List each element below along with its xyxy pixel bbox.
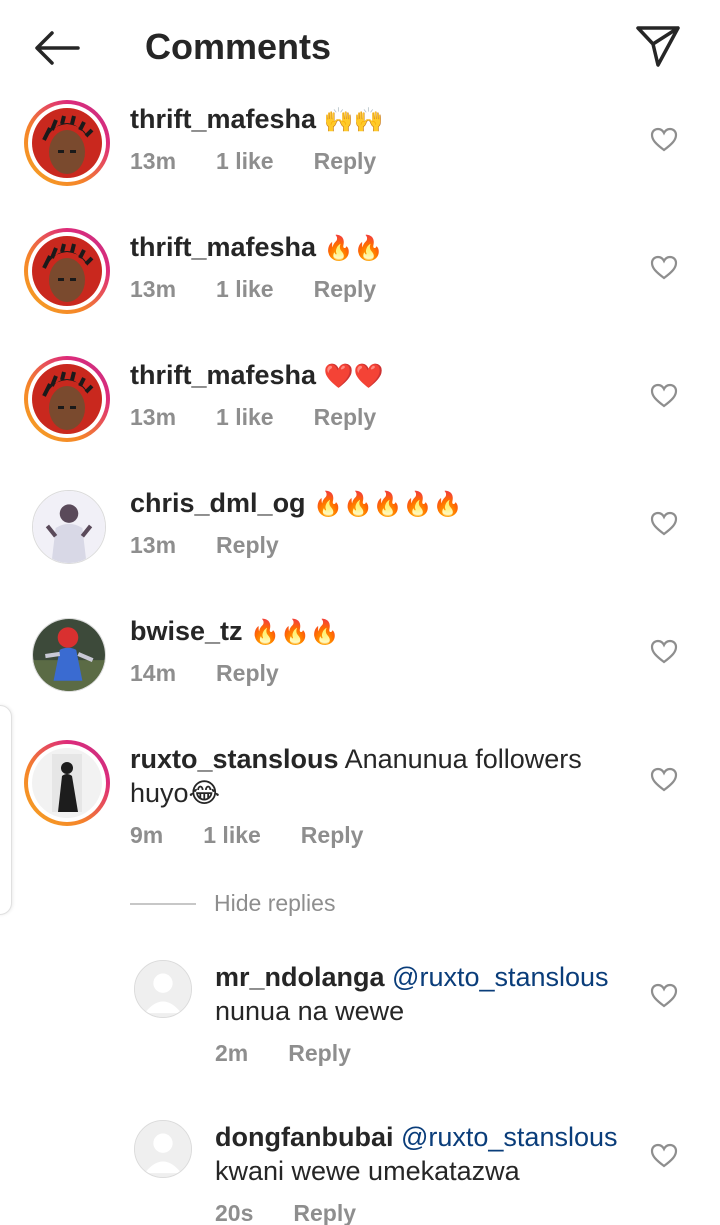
- profile-photo: [32, 236, 102, 306]
- comment-likes[interactable]: 1 like: [203, 822, 261, 849]
- comment-time: 13m: [130, 404, 177, 430]
- reply-button[interactable]: Reply: [314, 148, 377, 175]
- reply-time: 20s: [215, 1200, 254, 1225]
- reply-mention[interactable]: @ruxto_stanslous: [392, 962, 609, 992]
- default-avatar-icon: [135, 1121, 191, 1177]
- reply-button[interactable]: Reply: [314, 404, 377, 431]
- comment-likes[interactable]: 1 like: [216, 148, 274, 175]
- comment-item: thrift_mafesha ❤️❤️ 13m 1 like Reply: [0, 356, 720, 466]
- reply-text: nunua na wewe: [215, 996, 405, 1026]
- reply-username[interactable]: mr_ndolanga: [215, 962, 385, 992]
- reply-username[interactable]: dongfanbubai: [215, 1122, 393, 1152]
- heart-outline-icon[interactable]: [650, 982, 678, 1010]
- comment-text: 🙌🙌: [323, 107, 384, 134]
- comment-username[interactable]: chris_dml_og: [130, 488, 306, 518]
- reply-time: 2m: [215, 1040, 249, 1066]
- reply-item: mr_ndolanga @ruxto_stanslous nunua na we…: [0, 958, 720, 1078]
- heart-outline-icon[interactable]: [650, 510, 678, 538]
- avatar[interactable]: [24, 356, 110, 442]
- reply-mention[interactable]: @ruxto_stanslous: [401, 1122, 618, 1152]
- reply-text: kwani wewe umekatazwa: [215, 1156, 520, 1186]
- comment-text: 🔥🔥: [323, 235, 384, 262]
- comment-username[interactable]: thrift_mafesha: [130, 232, 316, 262]
- heart-outline-icon[interactable]: [650, 638, 678, 666]
- comment-time: 14m: [130, 660, 177, 686]
- comment-likes[interactable]: 1 like: [216, 276, 274, 303]
- heart-outline-icon[interactable]: [650, 254, 678, 282]
- heart-outline-icon[interactable]: [650, 382, 678, 410]
- reply-button[interactable]: Reply: [301, 822, 364, 849]
- profile-photo: [32, 748, 102, 818]
- comment-item: ruxto_stanslous Ananunua followers huyo😂…: [0, 740, 720, 870]
- header: Comments: [0, 0, 720, 92]
- heart-outline-icon[interactable]: [650, 126, 678, 154]
- default-avatar-icon: [135, 961, 191, 1017]
- profile-photo: [32, 108, 102, 178]
- comment-time: 9m: [130, 822, 164, 848]
- avatar[interactable]: [134, 960, 192, 1018]
- comment-text: 🔥🔥🔥🔥🔥: [313, 491, 463, 518]
- comment-item: thrift_mafesha 🔥🔥 13m 1 like Reply: [0, 228, 720, 338]
- comment-username[interactable]: bwise_tz: [130, 616, 243, 646]
- comment-text: Ananunua followers: [344, 744, 582, 774]
- divider: [130, 902, 196, 905]
- comment-username[interactable]: ruxto_stanslous: [130, 744, 339, 774]
- reply-item: dongfanbubai @ruxto_stanslous kwani wewe…: [0, 1118, 720, 1225]
- reply-button[interactable]: Reply: [216, 660, 279, 687]
- comment-time: 13m: [130, 148, 177, 174]
- comment-item: bwise_tz 🔥🔥🔥 14m Reply: [0, 612, 720, 722]
- hide-replies-toggle[interactable]: Hide replies: [130, 890, 335, 917]
- avatar[interactable]: [24, 100, 110, 186]
- profile-photo: [33, 491, 105, 563]
- reply-button[interactable]: Reply: [216, 532, 279, 559]
- comment-username[interactable]: thrift_mafesha: [130, 104, 316, 134]
- reply-button[interactable]: Reply: [314, 276, 377, 303]
- heart-outline-icon[interactable]: [650, 766, 678, 794]
- reply-button[interactable]: Reply: [293, 1200, 356, 1225]
- arrow-left-icon: [35, 31, 80, 65]
- comment-likes[interactable]: 1 like: [216, 404, 274, 431]
- comment-item: thrift_mafesha 🙌🙌 13m 1 like Reply: [0, 100, 720, 210]
- hide-replies-label[interactable]: Hide replies: [214, 890, 335, 917]
- share-button[interactable]: [630, 20, 686, 72]
- avatar[interactable]: [24, 740, 110, 826]
- comment-item: chris_dml_og 🔥🔥🔥🔥🔥 13m Reply: [0, 484, 720, 594]
- back-button[interactable]: [28, 24, 84, 72]
- profile-photo: [32, 364, 102, 434]
- comment-time: 13m: [130, 276, 177, 302]
- avatar[interactable]: [32, 490, 106, 564]
- comment-text: 🔥🔥🔥: [250, 619, 340, 646]
- comment-username[interactable]: thrift_mafesha: [130, 360, 316, 390]
- heart-outline-icon[interactable]: [650, 1142, 678, 1170]
- comment-time: 13m: [130, 532, 177, 558]
- comment-text: ❤️❤️: [323, 363, 384, 390]
- avatar[interactable]: [134, 1120, 192, 1178]
- profile-photo: [33, 619, 105, 691]
- reply-button[interactable]: Reply: [288, 1040, 351, 1067]
- avatar[interactable]: [24, 228, 110, 314]
- comment-text-continued: huyo😂: [130, 778, 221, 808]
- avatar[interactable]: [32, 618, 106, 692]
- page-title: Comments: [145, 26, 332, 67]
- paper-plane-icon: [636, 26, 680, 67]
